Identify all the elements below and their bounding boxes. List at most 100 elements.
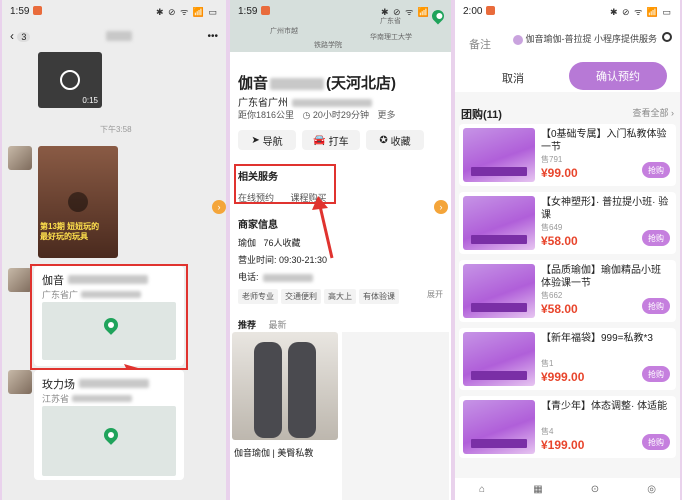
merchant-category: 瑜伽	[238, 238, 257, 248]
more-button[interactable]: •••	[207, 31, 218, 42]
merchant-tag: 高大上	[324, 289, 356, 304]
navigate-button[interactable]: ➤ 导航	[238, 130, 296, 150]
group-buy-title: 团购(11)	[461, 109, 502, 121]
deal-item[interactable]: 【青少年】体态调整· 体适能 售4 ¥199.00 抢购	[459, 396, 676, 458]
deal-price: ¥999.00	[541, 370, 585, 384]
video-message-1[interactable]: 0:15	[38, 52, 102, 108]
deal-price: ¥99.00	[541, 166, 578, 180]
deal-sold: 售4	[541, 427, 554, 436]
clock-icon: ◷	[302, 110, 311, 120]
view-all-link[interactable]: 查看全部 ›	[633, 106, 675, 122]
post-image-1[interactable]	[232, 332, 338, 440]
deal-item[interactable]: 【0基础专属】入门私教体验一节 售791 ¥99.00 抢购	[459, 124, 676, 186]
location-address: 江苏省	[42, 394, 70, 404]
deal-title: 【品质瑜伽】瑜伽精品小班体验课一节	[541, 265, 661, 289]
deal-thumbnail	[463, 128, 535, 182]
location-card-2[interactable]: 玫力场 江苏省	[34, 370, 184, 480]
booking-dialog: 备注 伽音瑜伽-普拉提 小程序提供服务 取消 确认预约	[455, 22, 680, 92]
deal-title: 【新年福袋】999=私教*3	[541, 333, 653, 344]
notification-icon	[486, 6, 496, 16]
buy-button[interactable]: 抢购	[642, 434, 670, 450]
buy-button[interactable]: 抢购	[642, 366, 670, 382]
buy-button[interactable]: 抢购	[642, 230, 670, 246]
buy-button[interactable]: 抢购	[642, 298, 670, 314]
sender-avatar[interactable]	[8, 268, 32, 292]
cancel-button[interactable]: 取消	[483, 66, 543, 90]
merchant-tag: 有体验课	[359, 289, 399, 304]
car-icon: 🚘	[313, 134, 329, 146]
map-label: 铁路学院	[314, 42, 342, 49]
merchant-info: 商家信息 瑜伽 76人收藏 营业时间: 09:30-21:30 电话: 老师专业…	[238, 216, 443, 304]
deal-sold: 售649	[541, 223, 563, 232]
sender-avatar[interactable]	[8, 146, 32, 170]
mini-program-icon	[513, 34, 523, 45]
navigate-icon: ➤	[251, 134, 263, 146]
map-label: 华南理工大学	[370, 34, 412, 41]
merchant-tag: 交通便利	[281, 289, 321, 304]
group-buy-header: 团购(11) 查看全部 ›	[461, 106, 674, 122]
status-time: 1:59	[238, 5, 258, 17]
note-label: 备注	[469, 39, 491, 51]
status-bar: 1:59 ✱ ⊘ ᯤ 📶 ▭	[2, 0, 226, 22]
side-arrow-icon[interactable]: ›	[434, 200, 448, 214]
store-title: 伽音 (天河北店)	[238, 75, 397, 92]
location-icon[interactable]: ⊙	[591, 484, 599, 495]
deal-title: 【青少年】体态调整· 体适能	[541, 401, 668, 412]
back-button[interactable]: ‹ 3	[10, 29, 31, 43]
bottom-bar: ⌂ ▦ ⊙ ◎	[455, 478, 680, 500]
post-caption: 伽音瑜伽 | 美臀私教	[234, 448, 314, 458]
status-time: 2:00	[463, 5, 483, 17]
tab-recommended[interactable]: 推荐	[238, 320, 256, 330]
radio-icon[interactable]	[662, 32, 672, 42]
chat-title	[105, 31, 132, 41]
chat-header: ‹ 3 •••	[2, 22, 226, 50]
deal-thumbnail	[463, 400, 535, 454]
store-address: 广东省广州	[238, 94, 372, 109]
confirm-booking-button[interactable]: 确认预约	[569, 62, 667, 90]
star-icon: ✪	[379, 134, 391, 146]
deal-title: 【女神塑形】· 普拉提小班· 验课	[541, 197, 669, 221]
home-icon[interactable]: ⌂	[479, 484, 485, 495]
merchant-tag: 老师专业	[238, 289, 278, 304]
deal-thumbnail	[463, 332, 535, 386]
deal-sold: 售791	[541, 155, 563, 164]
status-bar: 1:59 ✱ ⊘ ᯤ 📶 ▭	[230, 0, 451, 22]
video-message-2[interactable]: 第13期 妞妞玩的 最好玩的玩具	[38, 146, 118, 258]
deal-item[interactable]: 【女神塑形】· 普拉提小班· 验课 售649 ¥58.00 抢购	[459, 192, 676, 254]
side-arrow-icon[interactable]: ›	[212, 200, 226, 214]
deal-title: 【0基础专属】入门私教体验一节	[541, 129, 667, 153]
calendar-icon[interactable]: ▦	[533, 484, 542, 495]
phone-label: 电话:	[238, 272, 259, 282]
status-icons: ✱ ⊘ ᯤ 📶 ▭	[155, 6, 218, 17]
expand-link[interactable]: 展开	[427, 289, 443, 300]
business-hours: 营业时间: 09:30-21:30	[238, 255, 328, 265]
phone-group-buy-screen: 2:00 ✱ ⊘ ᯤ 📶 ▭ 备注 伽音瑜伽-普拉提 小程序提供服务 取消 确认…	[455, 0, 680, 500]
profile-icon[interactable]: ◎	[647, 484, 656, 495]
status-icons: ✱ ⊘ ᯤ 📶 ▭	[609, 6, 672, 17]
video-duration: 0:15	[82, 96, 98, 105]
buy-button[interactable]: 抢购	[642, 162, 670, 178]
deal-price: ¥199.00	[541, 438, 585, 452]
video-caption: 第13期 妞妞玩的 最好玩的玩具	[40, 222, 100, 241]
deal-price: ¥58.00	[541, 302, 578, 316]
action-buttons: ➤ 导航 🚘 打车 ✪ 收藏	[238, 130, 424, 150]
map-pin-icon	[101, 425, 121, 445]
sender-avatar[interactable]	[8, 370, 32, 394]
map-label: 广东省	[380, 18, 401, 25]
deal-sold: 售1	[541, 359, 554, 368]
mini-program-notice: 伽音瑜伽-普拉提 小程序提供服务	[513, 32, 657, 45]
content-tabs: 推荐 最新	[238, 318, 287, 331]
taxi-button[interactable]: 🚘 打车	[302, 130, 360, 150]
post-image-2[interactable]	[342, 332, 449, 500]
status-time: 1:59	[10, 5, 30, 17]
distance-row: 距你1816公里 ◷ 20小时29分钟 更多	[238, 108, 395, 121]
time-divider: 下午3:58	[100, 125, 132, 134]
deal-sold: 售662	[541, 291, 563, 300]
more-link[interactable]: 更多	[377, 110, 395, 120]
collect-button[interactable]: ✪ 收藏	[366, 130, 424, 150]
play-icon	[60, 70, 80, 90]
tab-latest[interactable]: 最新	[269, 320, 287, 330]
status-bar: 2:00 ✱ ⊘ ᯤ 📶 ▭	[455, 0, 680, 22]
deal-item[interactable]: 【品质瑜伽】瑜伽精品小班体验课一节 售662 ¥58.00 抢购	[459, 260, 676, 322]
deal-item[interactable]: 【新年福袋】999=私教*3 售1 ¥999.00 抢购	[459, 328, 676, 390]
